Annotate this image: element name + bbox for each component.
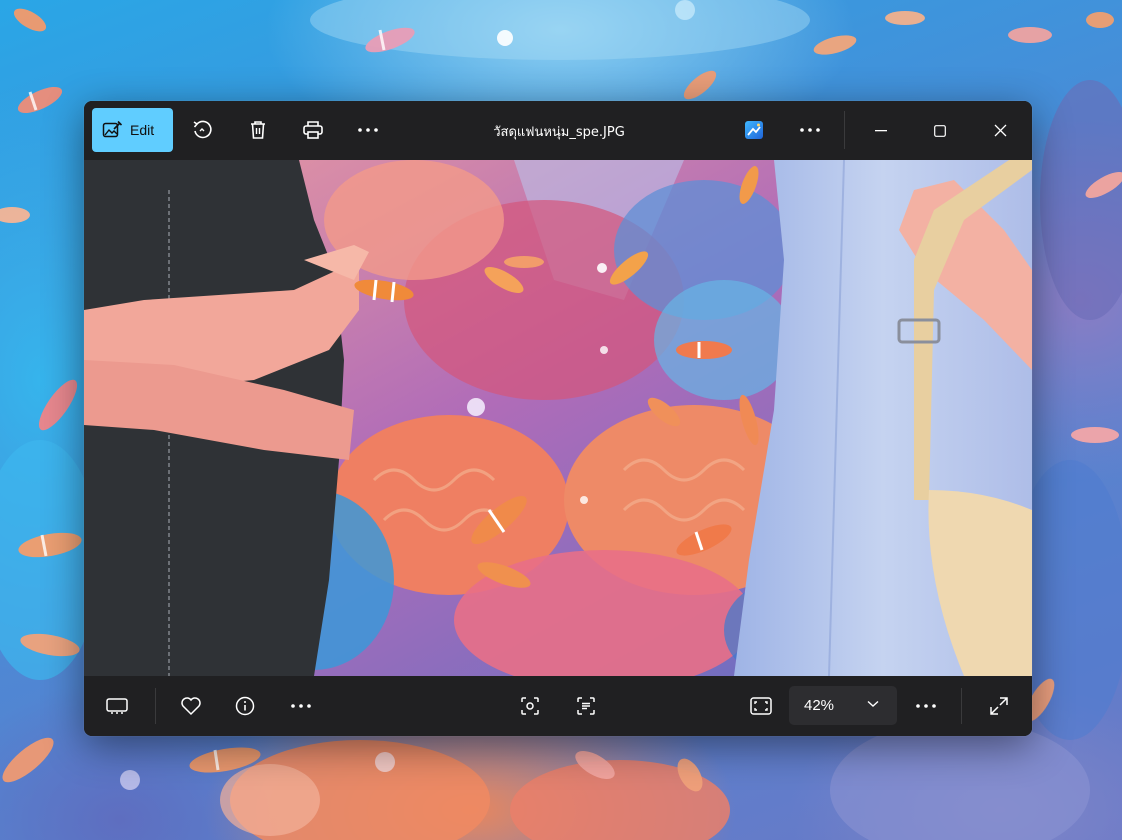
image-viewer[interactable] [84, 160, 1032, 676]
top-toolbar: Edit วัสดุแฟนหนุ่ม_spe.JPG [84, 101, 1032, 160]
more-icon [291, 704, 311, 708]
delete-icon [251, 121, 265, 139]
favorite-button[interactable] [171, 686, 211, 726]
print-button[interactable] [293, 108, 333, 152]
text-scan-button[interactable] [566, 686, 606, 726]
zoom-level-value: 42% [804, 697, 835, 714]
filmstrip-icon [106, 698, 128, 714]
more-options-button[interactable] [348, 108, 388, 152]
photos-app-window: Edit วัสดุแฟนหนุ่ม_spe.JPG 42% [84, 101, 1032, 736]
edit-image-icon [102, 120, 122, 138]
more-icon [916, 704, 936, 708]
rotate-button[interactable] [182, 108, 222, 152]
minimize-icon [875, 129, 887, 131]
fit-icon [750, 697, 772, 715]
info-icon [235, 696, 255, 716]
edit-button[interactable]: Edit [92, 108, 173, 152]
filmstrip-button[interactable] [97, 686, 137, 726]
favorite-icon [181, 697, 201, 716]
print-icon [303, 121, 323, 139]
bottom-divider [961, 688, 962, 724]
minimize-button[interactable] [851, 101, 911, 160]
bottom-divider [155, 688, 156, 724]
file-info-button[interactable] [225, 686, 265, 726]
window-title: วัสดุแฟนหนุ่ม_spe.JPG [493, 125, 625, 140]
fullscreen-button[interactable] [979, 686, 1019, 726]
more-icon [358, 128, 378, 132]
zoom-more-button[interactable] [906, 686, 946, 726]
close-icon [994, 124, 1006, 137]
edit-button-label: Edit [130, 122, 155, 138]
designer-button[interactable] [734, 108, 774, 152]
bottom-more-button[interactable] [281, 686, 321, 726]
more-icon [800, 128, 820, 132]
visual-search-button[interactable] [510, 686, 550, 726]
toolbar-divider [844, 111, 845, 149]
fullscreen-icon [990, 697, 1008, 715]
delete-button[interactable] [238, 108, 278, 152]
maximize-button[interactable] [910, 101, 970, 160]
zoom-level-dropdown[interactable]: 42% [789, 686, 897, 725]
text-scan-icon [577, 697, 595, 715]
bottom-toolbar: 42% [84, 676, 1032, 736]
rotate-icon [193, 120, 212, 139]
title-more-button[interactable] [790, 108, 830, 152]
close-button[interactable] [970, 101, 1030, 160]
designer-icon [745, 121, 763, 139]
displayed-photo [84, 160, 1032, 676]
visual-search-icon [521, 697, 539, 715]
fit-to-window-button[interactable] [741, 686, 781, 726]
maximize-icon [934, 124, 946, 137]
chevron-down-icon [867, 700, 879, 707]
